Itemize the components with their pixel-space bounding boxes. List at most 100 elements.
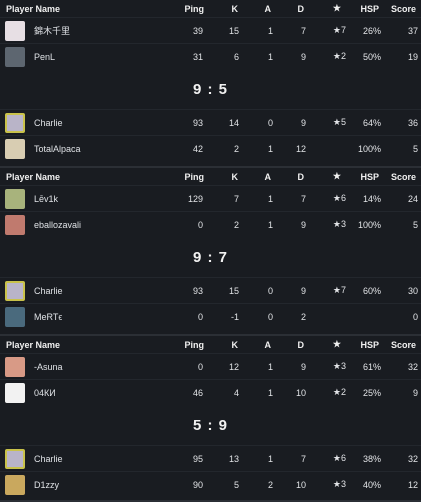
header-k: K xyxy=(231,171,239,182)
header-d: D xyxy=(297,3,305,14)
header-star: ★ xyxy=(332,339,341,349)
player-name[interactable]: eballozavali xyxy=(34,220,81,230)
player-a: 0 xyxy=(267,311,273,322)
match-score: 5 : 9 xyxy=(192,416,228,434)
player-star: ★6 xyxy=(332,453,346,463)
player-name[interactable]: -Asuna xyxy=(34,362,63,372)
player-star: ★3 xyxy=(332,219,346,229)
player-star: ★5 xyxy=(332,117,346,127)
player-avatar[interactable] xyxy=(5,214,25,235)
player-score: 12 xyxy=(407,479,418,490)
header-a: A xyxy=(264,171,272,182)
player-ping: 46 xyxy=(192,387,203,398)
player-row[interactable]: Lēv1k 129 7 1 7 ★6 14% 24 xyxy=(0,185,421,211)
player-ping: 31 xyxy=(192,51,203,62)
player-row[interactable]: 錦木千里 39 15 1 7 ★7 26% 37 xyxy=(0,17,421,43)
player-name[interactable]: Charlie xyxy=(34,286,63,296)
player-d: 7 xyxy=(300,453,306,464)
player-hsp: 100% xyxy=(357,143,381,154)
player-star: ★7 xyxy=(332,25,346,35)
player-k: 6 xyxy=(233,51,239,62)
player-row[interactable]: Charlie 93 14 0 9 ★5 64% 36 xyxy=(0,109,421,135)
player-row[interactable]: -Asuna 0 12 1 9 ★3 61% 32 xyxy=(0,353,421,379)
match-panel: Player Name Ping K A D ★ HSP Score Lēv1k 129 7 1 7 ★6… xyxy=(0,168,421,336)
player-avatar[interactable] xyxy=(5,356,25,377)
player-a: 1 xyxy=(267,143,273,154)
player-score: 5 xyxy=(412,219,418,230)
scoreboard-header: Player Name Ping K A D ★ HSP Score xyxy=(0,336,421,353)
header-k: K xyxy=(231,3,239,14)
player-row[interactable]: 04КИ 46 4 1 10 ★2 25% 9 xyxy=(0,379,421,405)
player-name[interactable]: Lēv1k xyxy=(34,194,58,204)
scoreboard-header: Player Name Ping K A D ★ HSP Score xyxy=(0,168,421,185)
player-score: 32 xyxy=(407,361,418,372)
player-a: 0 xyxy=(267,285,273,296)
player-d: 10 xyxy=(295,479,306,490)
player-ping: 93 xyxy=(192,117,203,128)
player-hsp: 61% xyxy=(362,361,381,372)
player-avatar[interactable] xyxy=(5,46,25,67)
player-hsp: 14% xyxy=(362,193,381,204)
player-k: 7 xyxy=(233,193,239,204)
player-star: ★6 xyxy=(332,193,346,203)
player-avatar[interactable] xyxy=(5,448,25,469)
player-k: 12 xyxy=(228,361,239,372)
player-star: ★3 xyxy=(332,361,346,371)
header-score: Score xyxy=(390,339,416,350)
player-name[interactable]: MeRTϵ xyxy=(34,312,62,322)
player-name[interactable]: 錦木千里 xyxy=(34,24,70,37)
player-a: 1 xyxy=(267,51,273,62)
match-score: 9 : 7 xyxy=(192,248,228,266)
player-ping: 129 xyxy=(187,193,203,204)
player-d: 9 xyxy=(300,51,306,62)
player-row[interactable]: eballozavali 0 2 1 9 ★3 100% 5 xyxy=(0,211,421,237)
header-hsp: HSP xyxy=(360,171,379,182)
player-row[interactable]: MeRTϵ 0 -1 0 2 0 xyxy=(0,303,421,329)
player-star: ★3 xyxy=(332,479,346,489)
player-avatar[interactable] xyxy=(5,138,25,159)
player-avatar[interactable] xyxy=(5,20,25,41)
player-name-cell: -Asuna xyxy=(0,356,176,377)
player-avatar[interactable] xyxy=(5,188,25,209)
player-name[interactable]: PenL xyxy=(34,52,55,62)
player-name-cell: Lēv1k xyxy=(0,188,176,209)
player-name-cell: Charlie xyxy=(0,448,176,469)
player-d: 9 xyxy=(300,219,306,230)
player-row[interactable]: PenL 31 6 1 9 ★2 50% 19 xyxy=(0,43,421,69)
player-score: 36 xyxy=(407,117,418,128)
player-a: 1 xyxy=(267,193,273,204)
player-name[interactable]: D1zzy xyxy=(34,480,59,490)
player-name-cell: 04КИ xyxy=(0,382,176,403)
player-name-cell: Charlie xyxy=(0,280,176,301)
header-d: D xyxy=(297,171,305,182)
header-hsp: HSP xyxy=(360,339,379,350)
player-a: 1 xyxy=(267,25,273,36)
player-name[interactable]: TotalAlpaca xyxy=(34,144,81,154)
player-name-cell: D1zzy xyxy=(0,474,176,495)
player-row[interactable]: D1zzy 90 5 2 10 ★3 40% 12 xyxy=(0,471,421,497)
player-score: 24 xyxy=(407,193,418,204)
player-d: 7 xyxy=(300,193,306,204)
player-score: 19 xyxy=(407,51,418,62)
player-name[interactable]: 04КИ xyxy=(34,388,56,398)
player-row[interactable]: Charlie 95 13 1 7 ★6 38% 32 xyxy=(0,445,421,471)
player-avatar[interactable] xyxy=(5,474,25,495)
player-ping: 39 xyxy=(192,25,203,36)
player-score: 0 xyxy=(412,311,418,322)
player-name[interactable]: Charlie xyxy=(34,454,63,464)
player-k: 14 xyxy=(228,117,239,128)
player-k: 13 xyxy=(228,453,239,464)
player-avatar[interactable] xyxy=(5,306,25,327)
player-k: 15 xyxy=(228,285,239,296)
header-a: A xyxy=(264,3,272,14)
player-a: 1 xyxy=(267,361,273,372)
player-hsp: 60% xyxy=(362,285,381,296)
player-avatar[interactable] xyxy=(5,382,25,403)
header-k: K xyxy=(231,339,239,350)
player-avatar[interactable] xyxy=(5,112,25,133)
player-row[interactable]: Charlie 93 15 0 9 ★7 60% 30 xyxy=(0,277,421,303)
player-hsp: 38% xyxy=(362,453,381,464)
player-avatar[interactable] xyxy=(5,280,25,301)
player-row[interactable]: TotalAlpaca 42 2 1 12 100% 5 xyxy=(0,135,421,161)
player-name[interactable]: Charlie xyxy=(34,118,63,128)
